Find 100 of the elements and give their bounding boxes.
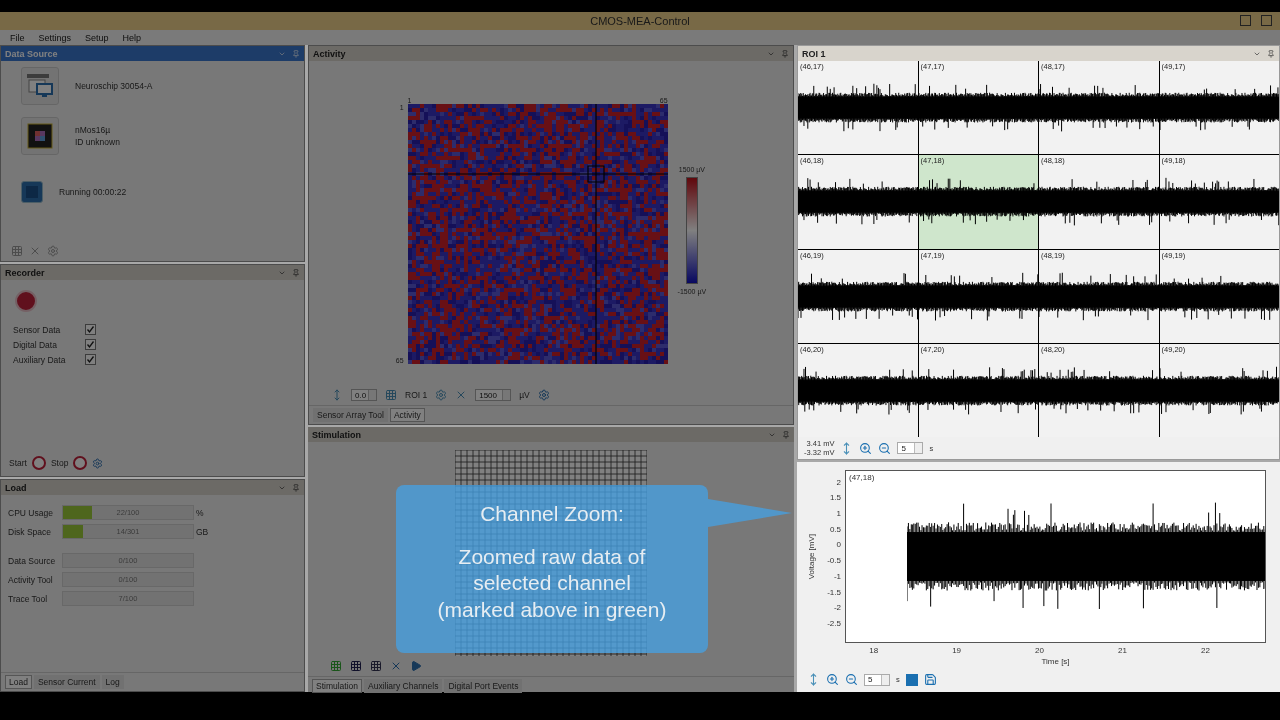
pin-icon[interactable] <box>1267 49 1275 58</box>
menu-item[interactable]: File <box>10 32 25 43</box>
panel-title: ROI 1 <box>802 48 826 59</box>
y-axis-label: Voltage [mV] <box>807 533 817 580</box>
panel-title: Load <box>5 482 27 493</box>
start-label: Start <box>9 458 27 468</box>
x-tick: 18 <box>869 646 879 655</box>
y-tick: 1.5 <box>829 493 841 503</box>
minimize-icon[interactable] <box>1240 15 1251 26</box>
tab[interactable]: Log <box>101 675 124 689</box>
checkbox[interactable] <box>85 339 96 350</box>
save-icon[interactable] <box>923 673 937 686</box>
chip-icon <box>27 123 53 149</box>
panel-title: Activity <box>313 48 346 59</box>
zoom-in-icon[interactable] <box>859 441 873 455</box>
checkbox[interactable] <box>85 354 96 365</box>
pin-icon[interactable] <box>782 430 790 439</box>
checkbox[interactable] <box>85 324 96 335</box>
record-button[interactable] <box>15 290 37 312</box>
device-label: Running 00:00:22 <box>59 187 127 197</box>
settings-icon[interactable] <box>92 457 104 469</box>
pin-icon[interactable] <box>292 268 300 277</box>
y-tick: 1 <box>836 509 841 519</box>
menu-item[interactable]: Settings <box>38 32 72 43</box>
clear-icon[interactable] <box>390 660 402 672</box>
layers-icon[interactable] <box>385 389 397 401</box>
unit-label: % <box>196 507 205 518</box>
settings-icon[interactable] <box>537 389 550 401</box>
panel-title: Recorder <box>5 267 45 278</box>
device-button[interactable] <box>21 117 59 155</box>
range-spin-box[interactable]: 1500 <box>475 389 512 401</box>
callout-text: Zoomed raw data of <box>458 544 646 571</box>
device-label: ID unknown <box>75 137 120 147</box>
roi-label: ROI 1 <box>405 390 428 400</box>
queue-label: Data Source <box>8 555 57 566</box>
stop-icon[interactable] <box>905 673 918 686</box>
x-tick: 22 <box>1200 646 1210 655</box>
panel-title: Stimulation <box>312 429 361 440</box>
y-tick: -2.5 <box>827 619 841 628</box>
grid-icon[interactable] <box>330 660 342 672</box>
cross-icon[interactable] <box>29 245 41 257</box>
panel-title: Data Source <box>5 48 58 59</box>
y-tick: 2 <box>836 477 841 487</box>
tab[interactable]: Stimulation <box>312 679 363 693</box>
meter-label: Disk Space <box>8 526 52 537</box>
x-axis-label: Time [s] <box>1041 657 1070 668</box>
grid-icon[interactable] <box>350 660 362 672</box>
y-tick: -2 <box>833 603 841 613</box>
play-icon[interactable] <box>410 660 422 672</box>
tab[interactable]: Activity <box>389 408 425 422</box>
window-spin-box[interactable]: 5 <box>864 673 890 686</box>
stream-label: Sensor Data <box>13 324 62 335</box>
meter-label: CPU Usage <box>8 507 54 518</box>
zoom-out-icon[interactable] <box>878 441 892 455</box>
x-tick: 21 <box>1118 646 1127 655</box>
tab[interactable]: Sensor Current <box>33 675 100 689</box>
pin-icon[interactable] <box>781 49 789 58</box>
tab[interactable]: Sensor Array Tool <box>313 408 388 422</box>
y-tick: 0.5 <box>829 524 841 534</box>
device-label: Neuroschip 30054-A <box>75 81 153 91</box>
stream-label: Auxiliary Data <box>13 354 67 365</box>
settings-icon[interactable] <box>47 245 59 257</box>
tab[interactable]: Load <box>5 675 32 689</box>
tab[interactable]: Auxiliary Channels <box>364 679 443 693</box>
device-label: nMos16µ <box>75 125 112 135</box>
monitor-icon <box>25 72 55 100</box>
pin-icon[interactable] <box>292 483 300 492</box>
y-tick: -1 <box>833 571 841 581</box>
callout-text: selected channel <box>473 570 631 597</box>
stream-label: Digital Data <box>13 339 58 350</box>
unit-label: µV <box>519 390 530 400</box>
tab[interactable]: Digital Port Events <box>444 679 523 693</box>
stop-trigger-icon[interactable] <box>73 456 88 470</box>
zoom-out-icon[interactable] <box>845 673 858 686</box>
x-tick: 19 <box>952 646 962 655</box>
queue-label: Activity Tool <box>8 574 54 585</box>
device-button[interactable] <box>21 181 43 203</box>
device-button[interactable] <box>21 67 59 105</box>
menu-item[interactable]: Help <box>122 32 142 43</box>
menu-item[interactable]: Setup <box>85 32 109 43</box>
x-tick: 20 <box>1035 646 1044 655</box>
start-trigger-icon[interactable] <box>31 456 46 470</box>
grid-icon[interactable] <box>11 245 23 257</box>
y-tick: -0.5 <box>827 556 841 566</box>
channel-label: (47,18) <box>849 473 875 482</box>
offset-spin-box[interactable]: 0.0 <box>351 389 377 401</box>
stop-label: Stop <box>50 458 69 468</box>
pin-icon[interactable] <box>292 49 300 58</box>
y-tick: 0 <box>836 540 841 550</box>
window-title: CMOS-MEA-Control <box>590 15 690 27</box>
queue-label: Trace Tool <box>8 593 49 604</box>
y-tick: -1.5 <box>827 587 841 597</box>
unit-label: GB <box>196 526 210 537</box>
window-spin-box[interactable]: 5 <box>897 442 924 454</box>
maximize-icon[interactable] <box>1261 15 1272 26</box>
callout-text: (marked above in green) <box>437 596 667 623</box>
grid-icon[interactable] <box>370 660 382 672</box>
zoom-in-icon[interactable] <box>826 673 839 686</box>
callout-title: Channel Zoom: <box>480 501 624 527</box>
settings-icon[interactable] <box>435 389 448 401</box>
